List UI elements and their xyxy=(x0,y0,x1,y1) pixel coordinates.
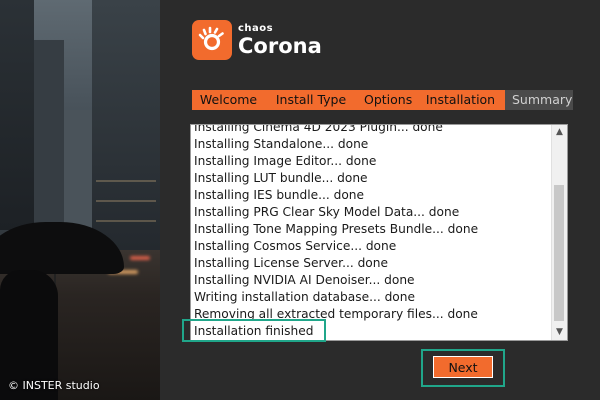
photo-credit: © INSTER studio xyxy=(8,379,100,392)
installer-steps: Welcome Install Type Options Installatio… xyxy=(192,90,573,110)
building-window-row xyxy=(96,200,156,202)
corona-flame-icon xyxy=(192,20,232,60)
scroll-up-icon[interactable]: ▲ xyxy=(552,125,567,140)
tab-install-type: Install Type xyxy=(265,90,357,110)
hero-photo: © INSTER studio xyxy=(0,0,160,400)
tab-options: Options xyxy=(357,90,416,110)
building-window-row xyxy=(96,180,156,182)
log-line: Installing License Server... done xyxy=(194,256,388,270)
log-line: Installing Tone Mapping Presets Bundle..… xyxy=(194,222,479,236)
log-line: Installing Image Editor... done xyxy=(194,154,377,168)
log-line: Installing Standalone... done xyxy=(194,137,369,151)
highlight-installation-finished xyxy=(182,319,326,342)
installation-log[interactable]: Installing Cinema 4D 2023 Plugin... done… xyxy=(190,124,568,341)
building-window-row xyxy=(96,220,156,222)
log-line: Installing Cinema 4D 2023 Plugin... done xyxy=(194,124,443,134)
next-button[interactable]: Next xyxy=(433,356,493,378)
building xyxy=(34,40,64,240)
scroll-down-icon[interactable]: ▼ xyxy=(552,325,567,340)
street-light xyxy=(130,256,150,260)
building xyxy=(0,0,34,230)
scroll-thumb[interactable] xyxy=(554,185,564,321)
tab-installation: Installation xyxy=(416,90,505,110)
logo-product: Corona xyxy=(238,33,322,58)
tab-welcome: Welcome xyxy=(192,90,265,110)
log-line: Installing NVIDIA AI Denoiser... done xyxy=(194,273,415,287)
logo-company: chaos xyxy=(238,22,274,34)
logo: chaos Corona xyxy=(192,20,322,60)
log-line: Installing IES bundle... done xyxy=(194,188,365,202)
log-line: Writing installation database... done xyxy=(194,290,415,304)
log-line: Installing Cosmos Service... done xyxy=(194,239,397,253)
logo-wordmark: chaos Corona xyxy=(238,22,322,58)
tab-summary: Summary xyxy=(505,90,573,110)
log-line: Installing LUT bundle... done xyxy=(194,171,368,185)
log-scrollbar[interactable]: ▲ ▼ xyxy=(551,125,567,340)
building xyxy=(92,0,160,250)
log-lines: Installing Cinema 4D 2023 Plugin... done… xyxy=(194,124,551,340)
log-line: Installing PRG Clear Sky Model Data... d… xyxy=(194,205,460,219)
